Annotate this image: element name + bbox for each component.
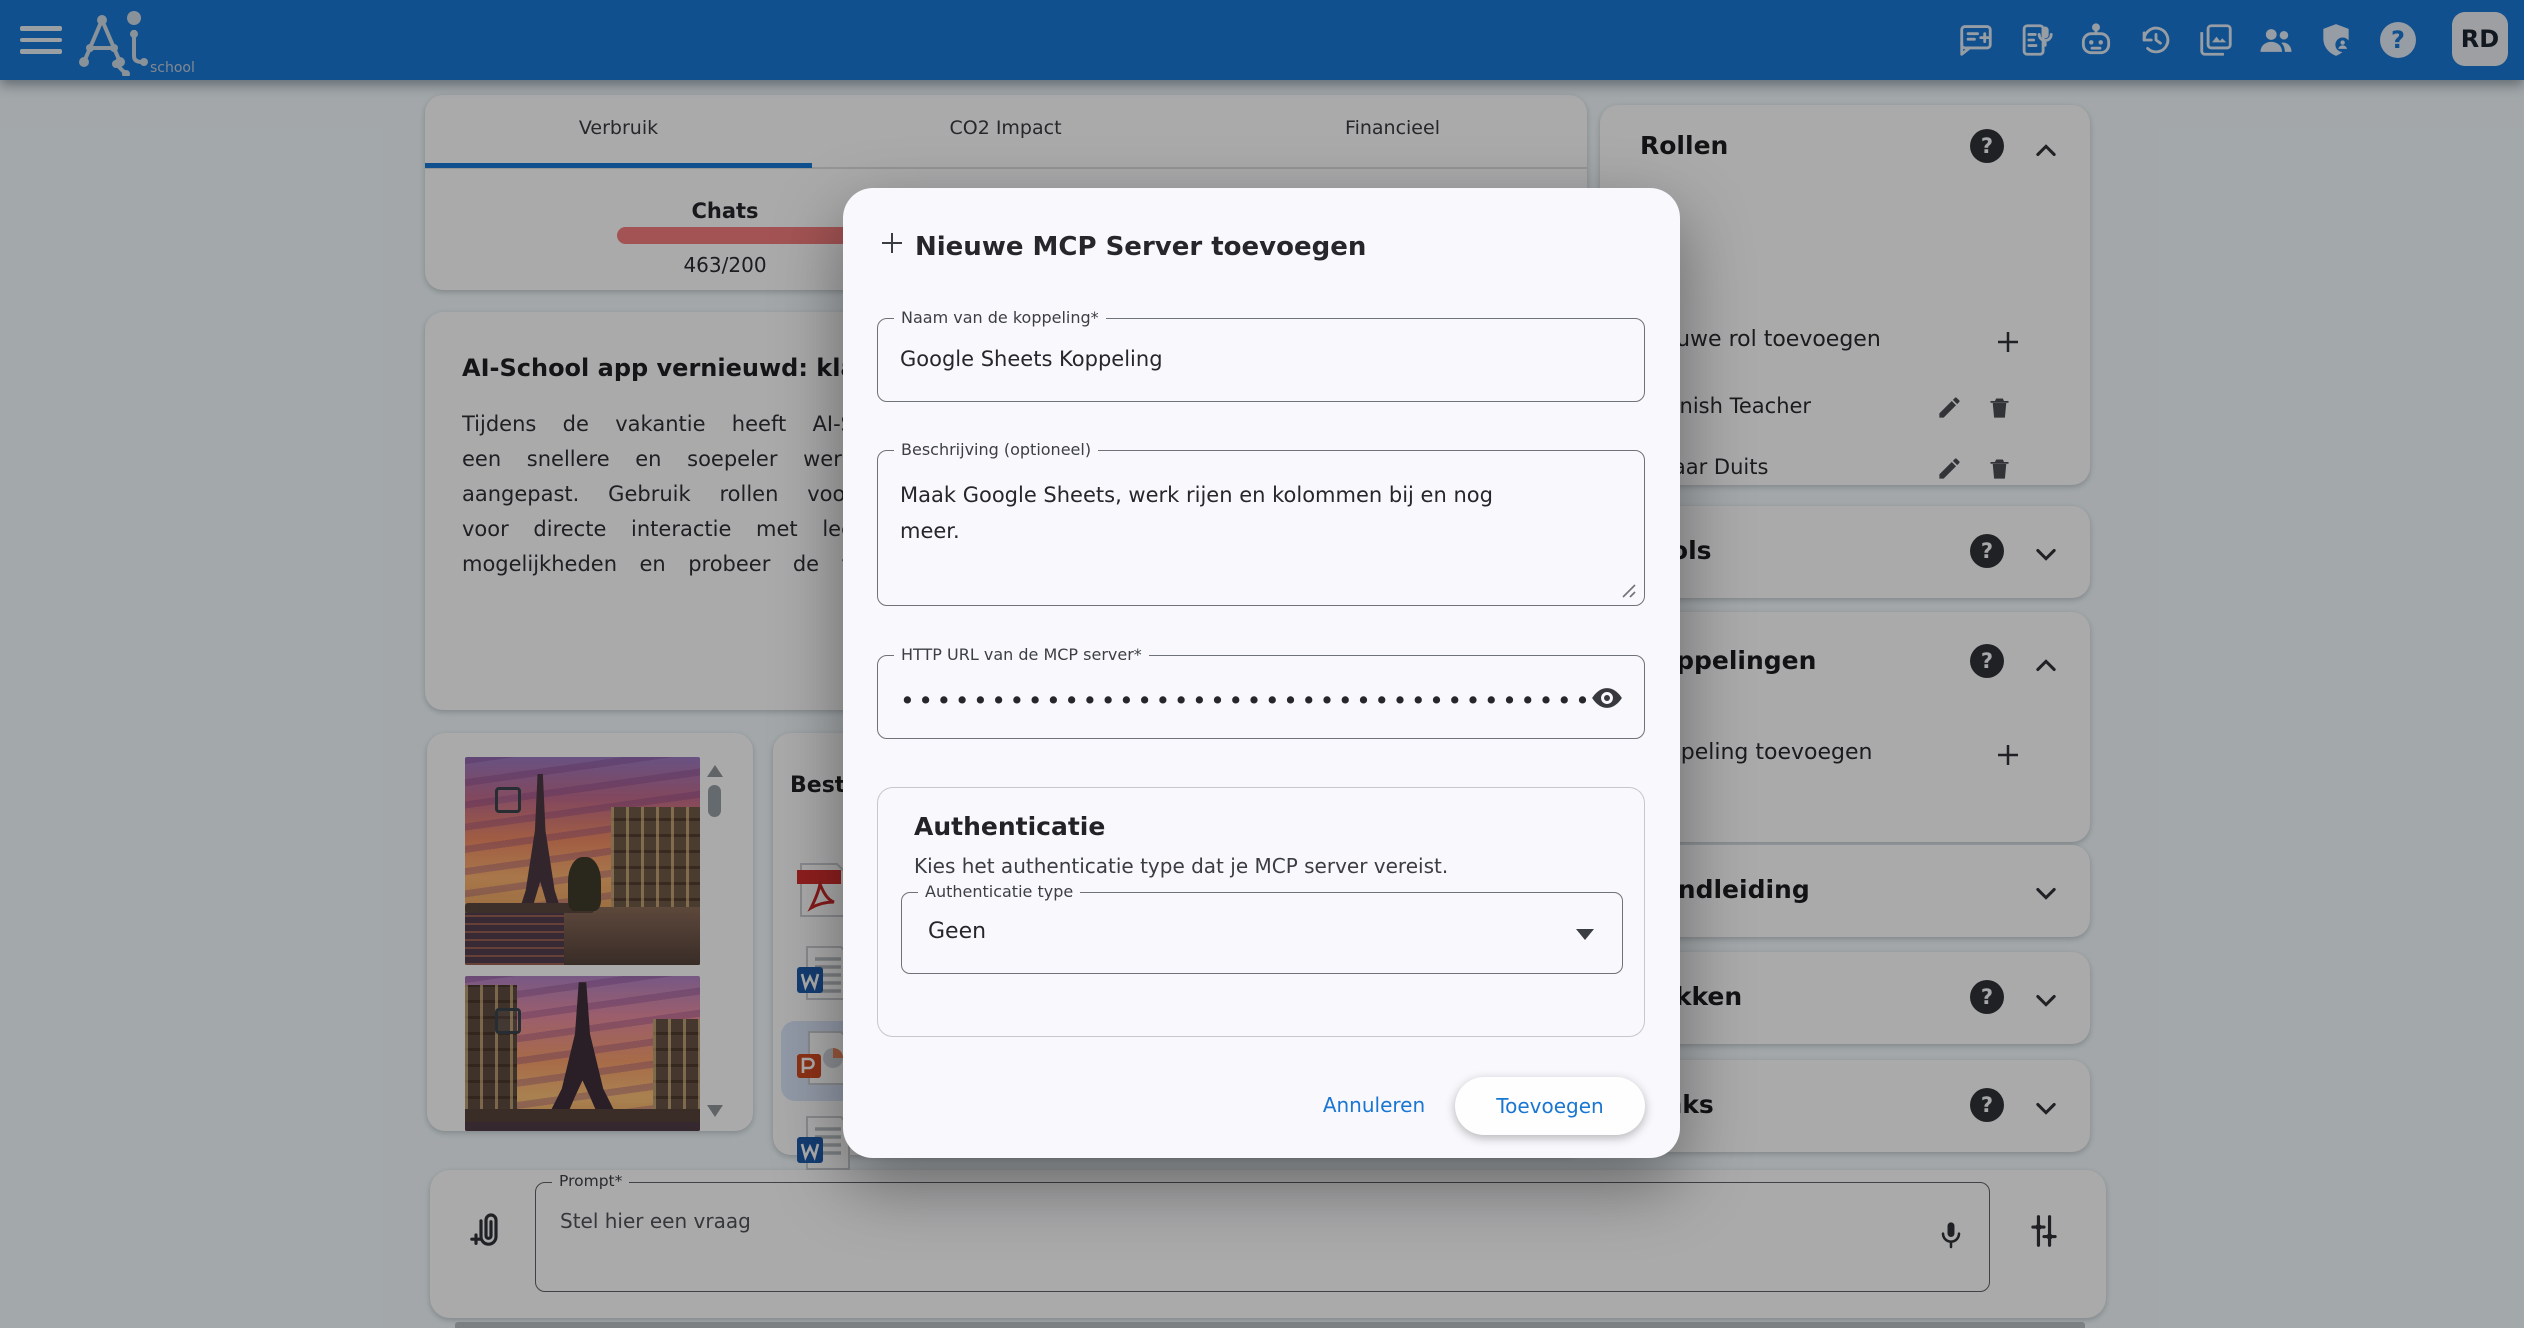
app-root: school [0,0,2524,1328]
url-field-masked-value: ••••••••••••••••••••••••••••••••••••••••… [900,686,1590,715]
description-field-label: Beschrijving (optioneel) [894,440,1098,459]
authentication-section: Authenticatie Kies het authenticatie typ… [877,787,1645,1037]
plus-icon [877,228,907,258]
dialog-title: Nieuwe MCP Server toevoegen [915,232,1366,262]
url-field-label: HTTP URL van de MCP server* [894,645,1149,664]
url-field[interactable]: HTTP URL van de MCP server* ••••••••••••… [877,655,1645,739]
show-password-eye-icon[interactable] [1590,681,1624,715]
submit-button[interactable]: Toevoegen [1455,1077,1645,1135]
name-field-value: Google Sheets Koppeling [900,347,1163,371]
description-field-value: Maak Google Sheets, werk rijen en kolomm… [900,477,1545,549]
authentication-title: Authenticatie [914,812,1105,841]
auth-type-label: Authenticatie type [918,882,1080,901]
dropdown-caret-icon [1576,929,1594,940]
add-mcp-server-dialog: Nieuwe MCP Server toevoegen Naam van de … [843,188,1680,1158]
name-field[interactable]: Naam van de koppeling* Google Sheets Kop… [877,318,1645,402]
name-field-label: Naam van de koppeling* [894,308,1106,327]
description-field[interactable]: Beschrijving (optioneel) Maak Google She… [877,450,1645,606]
authentication-subtitle: Kies het authenticatie type dat je MCP s… [914,854,1448,878]
auth-type-select[interactable]: Authenticatie type Geen [901,892,1623,974]
cancel-button[interactable]: Annuleren [1311,1084,1437,1126]
resize-handle-icon[interactable] [1622,583,1636,597]
auth-type-value: Geen [928,919,986,944]
